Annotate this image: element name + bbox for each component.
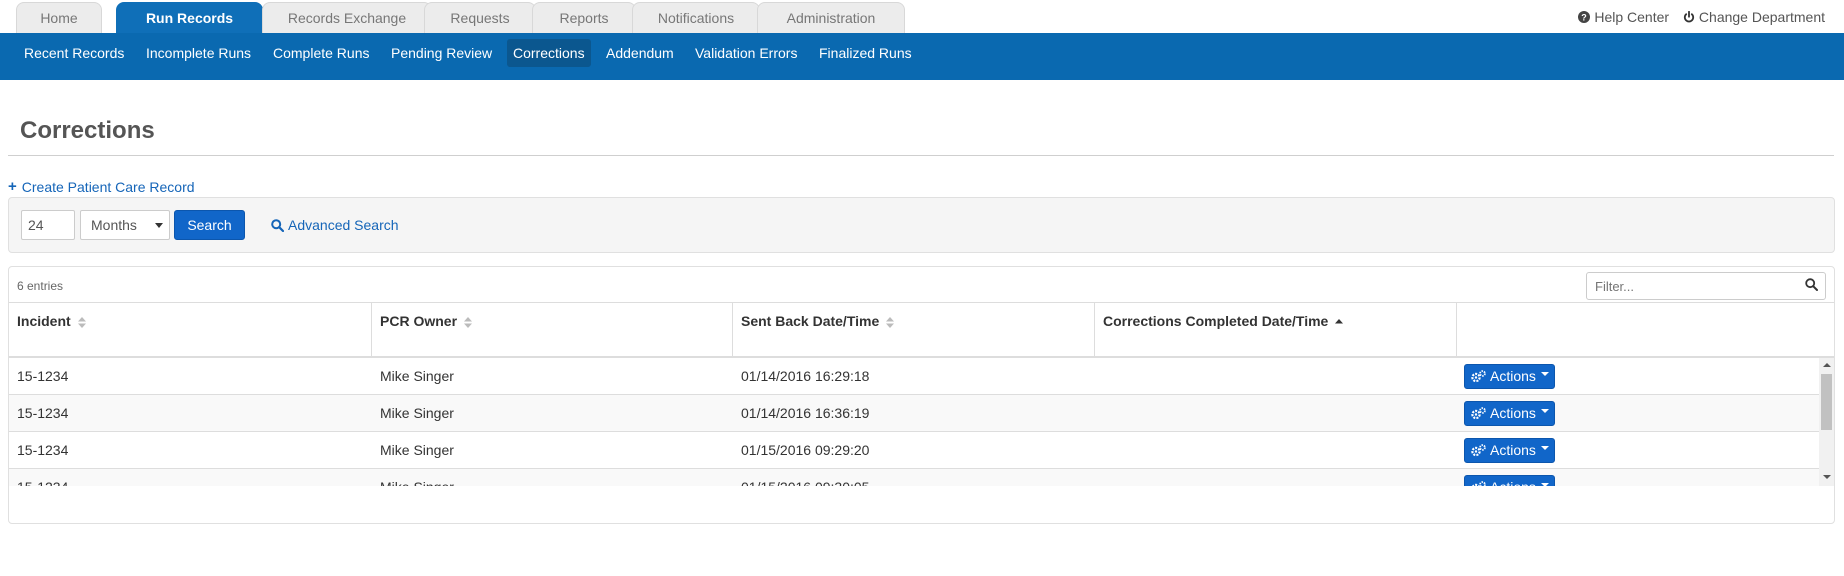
top-links: ? Help Center Change Department xyxy=(1568,9,1825,26)
tab-reports[interactable]: Reports xyxy=(532,2,636,33)
cell-completed xyxy=(1095,432,1103,469)
column-header-label: Incident xyxy=(17,313,71,329)
tab-records-exchange[interactable]: Records Exchange xyxy=(262,2,432,33)
tab-run-records[interactable]: Run Records xyxy=(116,2,263,33)
tab-administration[interactable]: Administration xyxy=(757,2,905,33)
caret-down-icon xyxy=(1540,482,1549,486)
cell-sent-back: 01/15/2016 09:29:20 xyxy=(741,442,870,458)
search-icon xyxy=(1805,278,1818,291)
cell-completed xyxy=(1095,395,1103,432)
cell-sent-back: 01/15/2016 09:30:05 xyxy=(733,469,869,486)
help-center-label: Help Center xyxy=(1594,9,1670,25)
actions-label: Actions xyxy=(1490,405,1536,421)
svg-text:?: ? xyxy=(1582,13,1588,23)
column-header-actions xyxy=(1457,303,1834,357)
chevron-down-icon xyxy=(155,223,163,228)
caret-down-icon xyxy=(1540,408,1549,413)
sort-icon xyxy=(77,316,86,328)
subnav-addendum[interactable]: Addendum xyxy=(600,39,680,67)
actions-button[interactable]: Actions xyxy=(1464,401,1555,426)
search-button[interactable]: Search xyxy=(174,210,245,240)
tab-home[interactable]: Home xyxy=(16,2,102,33)
actions-label: Actions xyxy=(1490,368,1536,384)
actions-button[interactable]: Actions xyxy=(1464,475,1555,486)
table-row: 15-1234 Mike Singer 01/14/2016 16:36:19 … xyxy=(9,395,1819,432)
search-panel: Months Search Advanced Search xyxy=(8,197,1835,253)
sort-ascending-icon xyxy=(1335,319,1344,324)
column-header-label: Corrections Completed Date/Time xyxy=(1103,313,1329,329)
search-icon xyxy=(271,218,284,232)
column-header-corrections-completed[interactable]: Corrections Completed Date/Time xyxy=(1095,303,1457,357)
advanced-search-link[interactable]: Advanced Search xyxy=(271,217,399,233)
table-row: 15-1234 Mike Singer 01/15/2016 09:30:05 … xyxy=(9,469,1819,486)
column-header-incident[interactable]: Incident xyxy=(9,303,372,357)
subnav-complete-runs[interactable]: Complete Runs xyxy=(267,39,376,67)
actions-label: Actions xyxy=(1490,476,1536,486)
subnav-recent-records[interactable]: Recent Records xyxy=(18,39,130,67)
sub-navigation: Recent Records Incomplete Runs Complete … xyxy=(0,33,1844,80)
period-unit-select[interactable]: Months xyxy=(80,210,170,240)
sort-icon xyxy=(463,316,472,328)
cell-incident: 15-1234 xyxy=(17,442,69,458)
power-icon xyxy=(1683,11,1695,23)
create-link-label: Create Patient Care Record xyxy=(21,178,195,195)
plus-icon: + xyxy=(8,178,17,195)
actions-button[interactable]: Actions xyxy=(1464,438,1555,463)
column-header-sent-back[interactable]: Sent Back Date/Time xyxy=(733,303,1095,357)
question-circle-icon: ? xyxy=(1578,11,1591,23)
scrollbar-thumb[interactable] xyxy=(1821,374,1832,430)
subnav-pending-review[interactable]: Pending Review xyxy=(385,39,498,67)
period-unit-value: Months xyxy=(91,217,137,233)
scroll-up-icon[interactable] xyxy=(1823,363,1831,367)
column-header-label: PCR Owner xyxy=(380,313,458,329)
cell-owner: Mike Singer xyxy=(380,405,454,421)
subnav-finalized-runs[interactable]: Finalized Runs xyxy=(813,39,918,67)
caret-down-icon xyxy=(1540,371,1549,376)
gears-icon xyxy=(1472,481,1486,486)
records-table-panel: 6 entries Incident PCR Owner Sent Back D… xyxy=(8,266,1835,524)
tab-requests[interactable]: Requests xyxy=(424,2,536,33)
cell-sent-back: 01/14/2016 16:36:19 xyxy=(741,405,870,421)
cell-completed xyxy=(1095,469,1103,486)
filter-input[interactable] xyxy=(1586,272,1826,300)
entries-count: 6 entries xyxy=(17,279,64,293)
cell-completed xyxy=(1095,358,1103,395)
gears-icon xyxy=(1471,444,1486,457)
cell-incident: 15-1234 xyxy=(17,405,69,421)
table-header: Incident PCR Owner Sent Back Date/Time C… xyxy=(9,302,1834,358)
cell-incident: 15-1234 xyxy=(9,469,68,486)
caret-down-icon xyxy=(1540,445,1549,450)
cell-owner: Mike Singer xyxy=(380,442,454,458)
table-row: 15-1234 Mike Singer 01/15/2016 09:29:20 … xyxy=(9,432,1819,469)
table-row: 15-1234 Mike Singer 01/14/2016 16:29:18 … xyxy=(9,358,1819,395)
actions-button[interactable]: Actions xyxy=(1464,364,1555,389)
scroll-down-icon[interactable] xyxy=(1823,475,1831,479)
subnav-validation-errors[interactable]: Validation Errors xyxy=(689,39,803,67)
gears-icon xyxy=(1471,407,1486,420)
subnav-incomplete-runs[interactable]: Incomplete Runs xyxy=(140,39,257,67)
tab-notifications[interactable]: Notifications xyxy=(632,2,760,33)
column-header-label: Sent Back Date/Time xyxy=(741,313,880,329)
subnav-corrections[interactable]: Corrections xyxy=(507,39,591,67)
actions-label: Actions xyxy=(1490,442,1536,458)
cell-sent-back: 01/14/2016 16:29:18 xyxy=(741,368,870,384)
page-title: Corrections xyxy=(20,117,155,144)
help-center-link[interactable]: ? Help Center xyxy=(1578,9,1669,25)
period-number-input[interactable] xyxy=(21,210,75,240)
gears-icon xyxy=(1471,370,1486,383)
create-patient-care-record-link[interactable]: + Create Patient Care Record xyxy=(8,178,195,195)
cell-owner: Mike Singer xyxy=(372,469,454,486)
table-body: 15-1234 Mike Singer 01/14/2016 16:29:18 … xyxy=(9,358,1834,486)
cell-incident: 15-1234 xyxy=(17,368,69,384)
cell-owner: Mike Singer xyxy=(380,368,454,384)
table-scrollbar[interactable] xyxy=(1819,358,1834,486)
title-divider xyxy=(8,155,1834,156)
top-tab-bar: Home Run Records Records Exchange Reques… xyxy=(0,0,1844,33)
column-header-pcr-owner[interactable]: PCR Owner xyxy=(372,303,733,357)
change-department-link[interactable]: Change Department xyxy=(1683,9,1825,25)
sort-icon xyxy=(886,316,895,328)
change-department-label: Change Department xyxy=(1698,9,1825,25)
advanced-search-label: Advanced Search xyxy=(288,217,399,233)
